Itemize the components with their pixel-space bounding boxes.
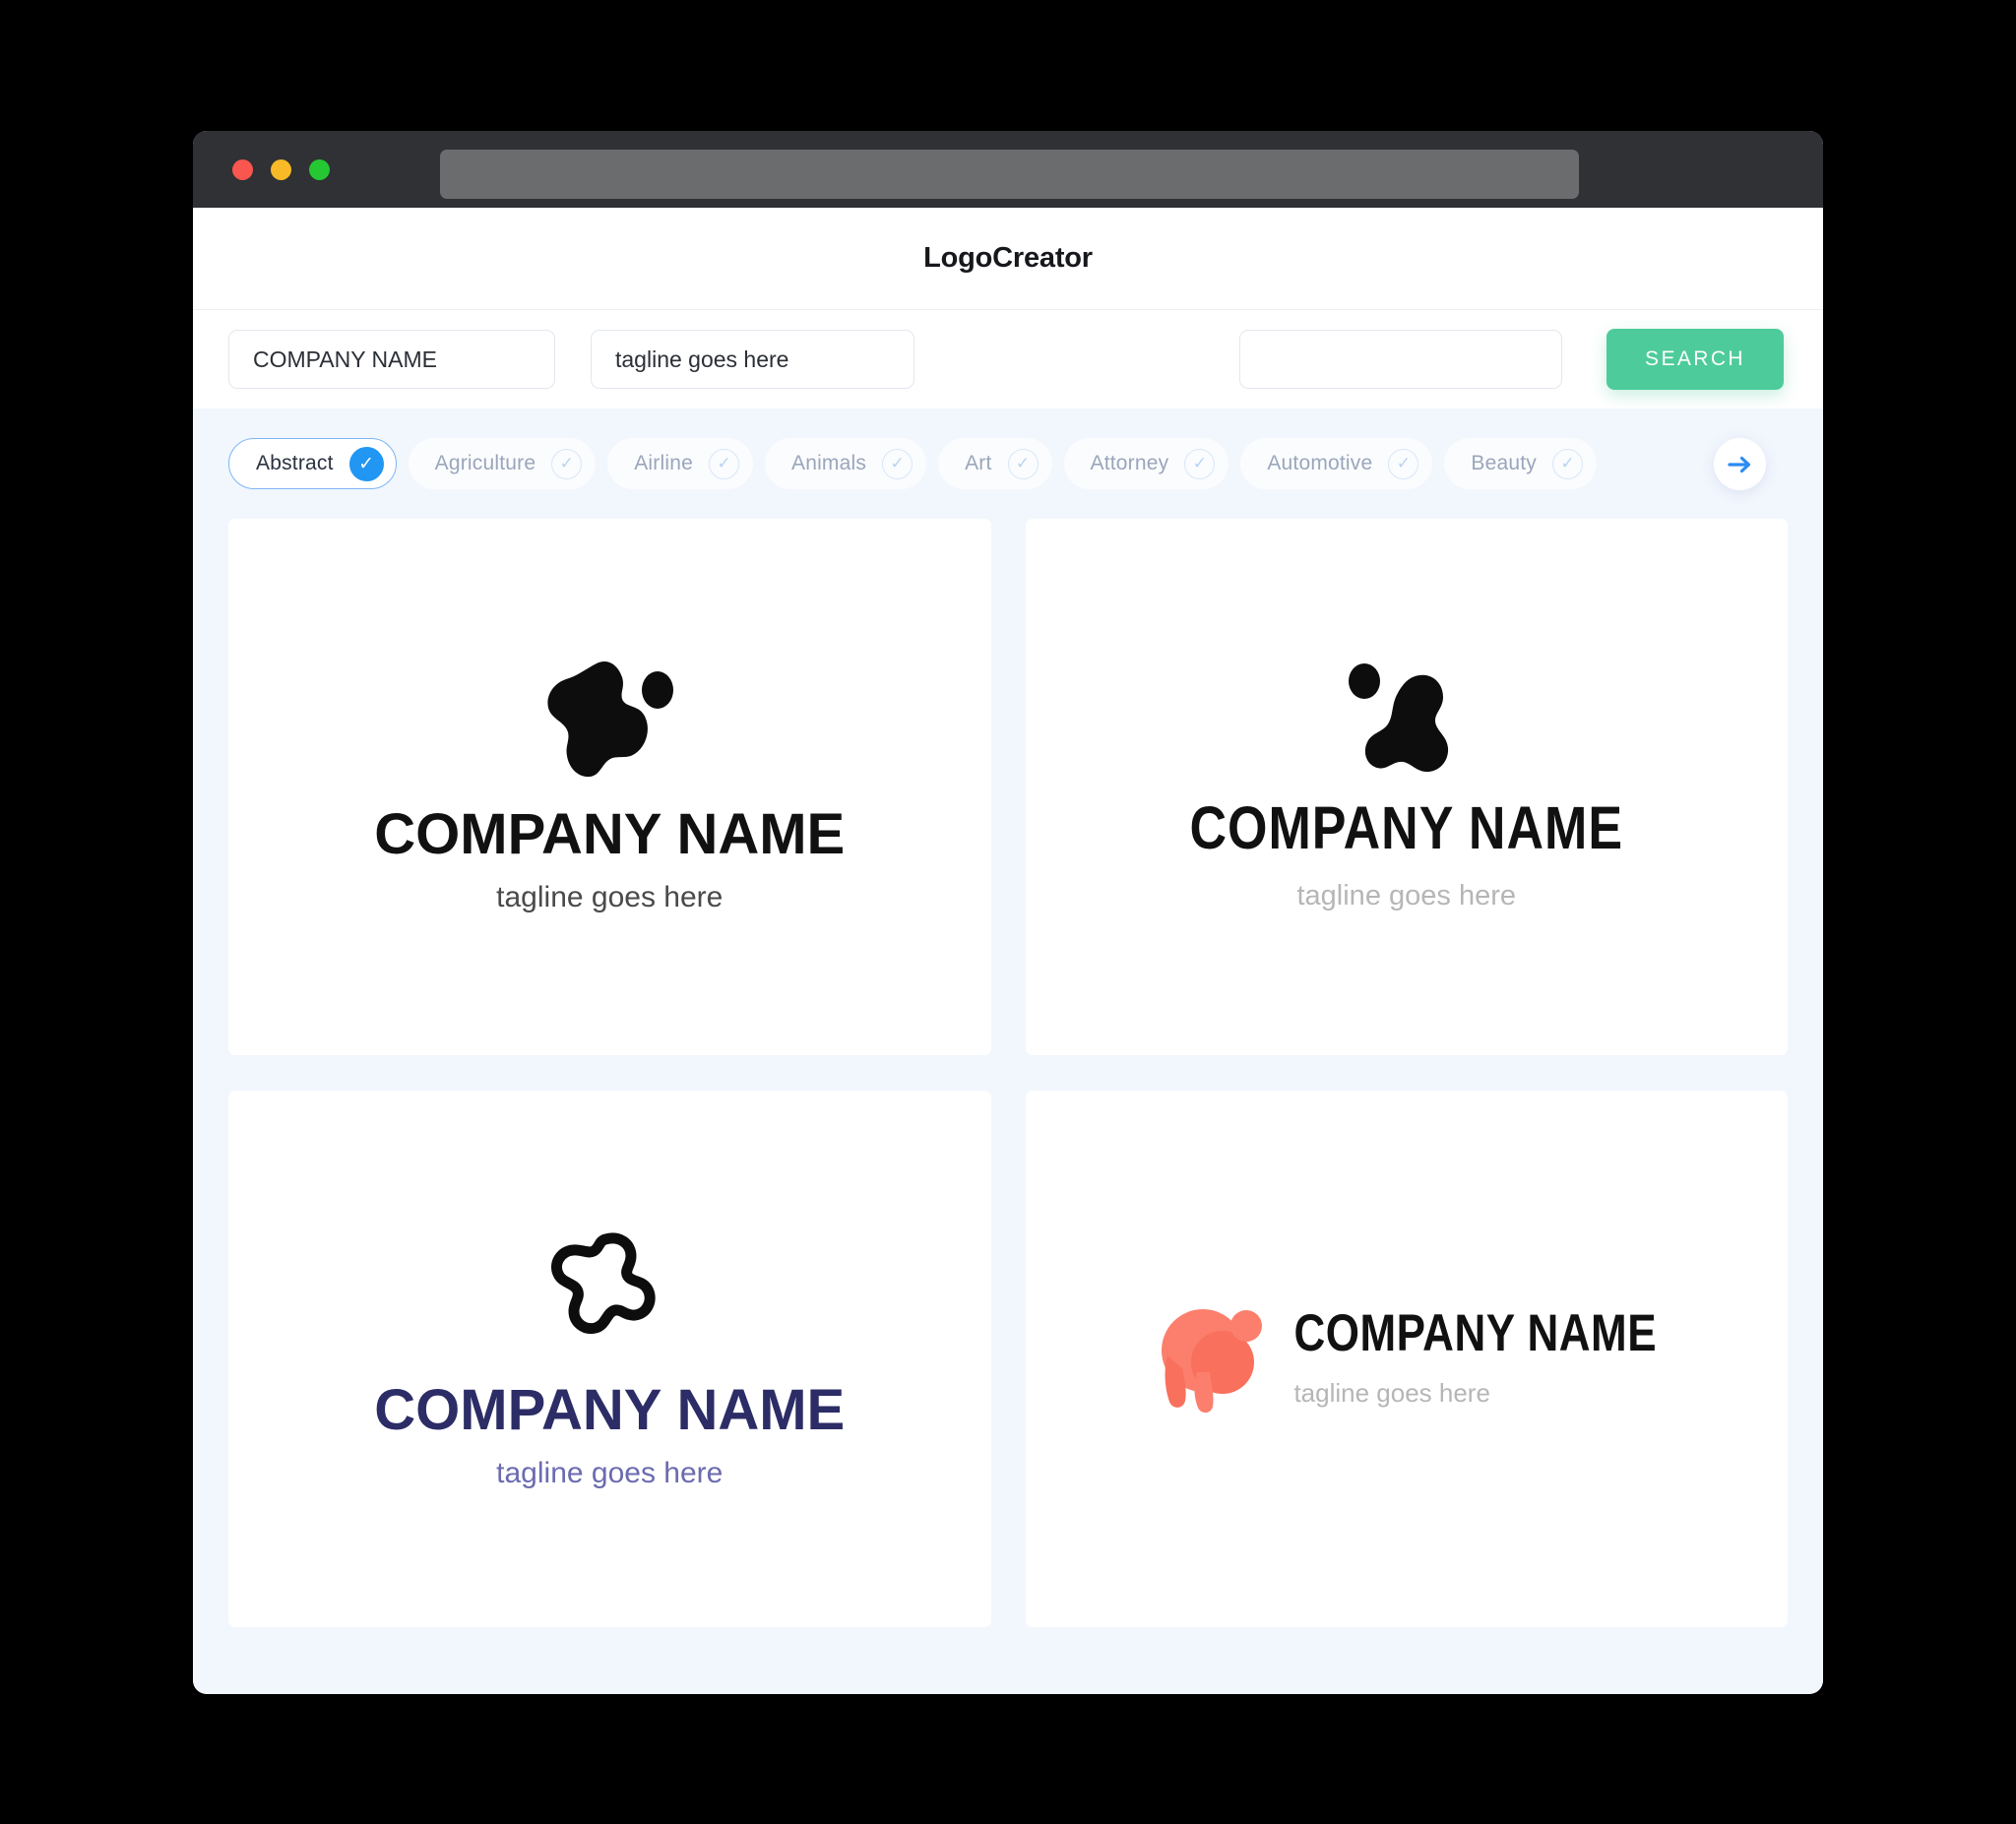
check-icon: ✓ xyxy=(1184,448,1216,479)
app-root: LogoCreator SEARCH Abstract ✓ Agricultur… xyxy=(0,0,2016,1824)
search-toolbar: SEARCH xyxy=(193,310,1823,409)
category-chip-label: Beauty xyxy=(1471,452,1537,474)
category-chip-label: Art xyxy=(965,452,992,474)
check-icon: ✓ xyxy=(551,448,583,479)
abstract-blob-outline-icon xyxy=(551,1232,656,1335)
logo-tagline: tagline goes here xyxy=(1296,880,1516,912)
check-icon: ✓ xyxy=(708,448,739,479)
category-chip-label: Agriculture xyxy=(434,452,536,474)
logo-text-block: COMPANY NAME tagline goes here xyxy=(1293,1304,1657,1409)
check-icon: ✓ xyxy=(348,446,384,481)
logo-card[interactable]: COMPANY NAME tagline goes here xyxy=(1025,519,1788,1055)
logo-company-name: COMPANY NAME xyxy=(1189,794,1624,863)
logo-composition: COMPANY NAME tagline goes here xyxy=(1156,1301,1657,1417)
browser-window: LogoCreator SEARCH Abstract ✓ Agricultur… xyxy=(193,131,1823,1694)
category-chip-animals[interactable]: Animals ✓ xyxy=(764,438,927,489)
category-chip-attorney[interactable]: Attorney ✓ xyxy=(1063,438,1229,489)
company-name-input[interactable] xyxy=(228,330,555,389)
logo-company-name: COMPANY NAME xyxy=(1293,1304,1658,1362)
abstract-blob-dot-icon xyxy=(1348,663,1448,773)
tagline-input[interactable] xyxy=(591,330,914,389)
category-chip-agriculture[interactable]: Agriculture ✓ xyxy=(408,438,597,489)
category-chip-label: Airline xyxy=(634,452,693,474)
close-window-button[interactable] xyxy=(232,158,253,180)
logo-company-name: COMPANY NAME xyxy=(374,1378,846,1442)
category-chip-label: Attorney xyxy=(1090,452,1169,474)
logo-tagline: tagline goes here xyxy=(1293,1378,1490,1408)
minimize-window-button[interactable] xyxy=(271,158,291,180)
check-icon: ✓ xyxy=(1551,448,1583,479)
logo-composition: COMPANY NAME tagline goes here xyxy=(1189,661,1623,912)
traffic-light-group xyxy=(232,158,330,180)
logo-card[interactable]: COMPANY NAME tagline goes here xyxy=(1025,1091,1788,1627)
app-header: LogoCreator xyxy=(193,208,1823,310)
category-chip-label: Animals xyxy=(790,452,867,474)
category-chip-abstract[interactable]: Abstract ✓ xyxy=(228,438,397,489)
category-chip-beauty[interactable]: Beauty ✓ xyxy=(1444,438,1597,489)
category-chip-art[interactable]: Art ✓ xyxy=(938,438,1052,489)
maximize-window-button[interactable] xyxy=(309,158,330,180)
logo-card[interactable]: COMPANY NAME tagline goes here xyxy=(228,519,991,1055)
url-bar[interactable] xyxy=(440,150,1579,199)
page-title: LogoCreator xyxy=(923,242,1093,274)
logo-card[interactable]: COMPANY NAME tagline goes here xyxy=(228,1091,991,1627)
logo-tagline: tagline goes here xyxy=(496,1457,724,1489)
check-icon: ✓ xyxy=(1388,448,1419,479)
search-button[interactable]: SEARCH xyxy=(1606,329,1784,390)
check-icon: ✓ xyxy=(882,448,914,479)
category-chip-airline[interactable]: Airline ✓ xyxy=(607,438,753,489)
next-categories-button[interactable] xyxy=(1714,438,1766,490)
category-chip-label: Abstract xyxy=(256,452,334,474)
category-filter-bar: Abstract ✓ Agriculture ✓ Airline ✓ Anima… xyxy=(228,409,1788,519)
coral-drip-blob-icon xyxy=(1162,1308,1263,1413)
browser-titlebar xyxy=(193,131,1823,208)
logo-results-grid: COMPANY NAME tagline goes here COMPANY N… xyxy=(228,519,1788,1627)
arrow-right-icon xyxy=(1727,456,1750,472)
check-icon: ✓ xyxy=(1007,448,1039,479)
logo-tagline: tagline goes here xyxy=(496,881,724,913)
logo-company-name: COMPANY NAME xyxy=(374,802,846,866)
abstract-blob-filled-icon xyxy=(547,660,674,778)
logo-composition: COMPANY NAME tagline goes here xyxy=(374,660,845,914)
content-area: Abstract ✓ Agriculture ✓ Airline ✓ Anima… xyxy=(193,409,1823,1694)
logo-composition: COMPANY NAME tagline goes here xyxy=(374,1227,845,1490)
keyword-input[interactable] xyxy=(1239,330,1562,389)
category-chip-automotive[interactable]: Automotive ✓ xyxy=(1240,438,1433,489)
category-chip-label: Automotive xyxy=(1267,452,1373,474)
